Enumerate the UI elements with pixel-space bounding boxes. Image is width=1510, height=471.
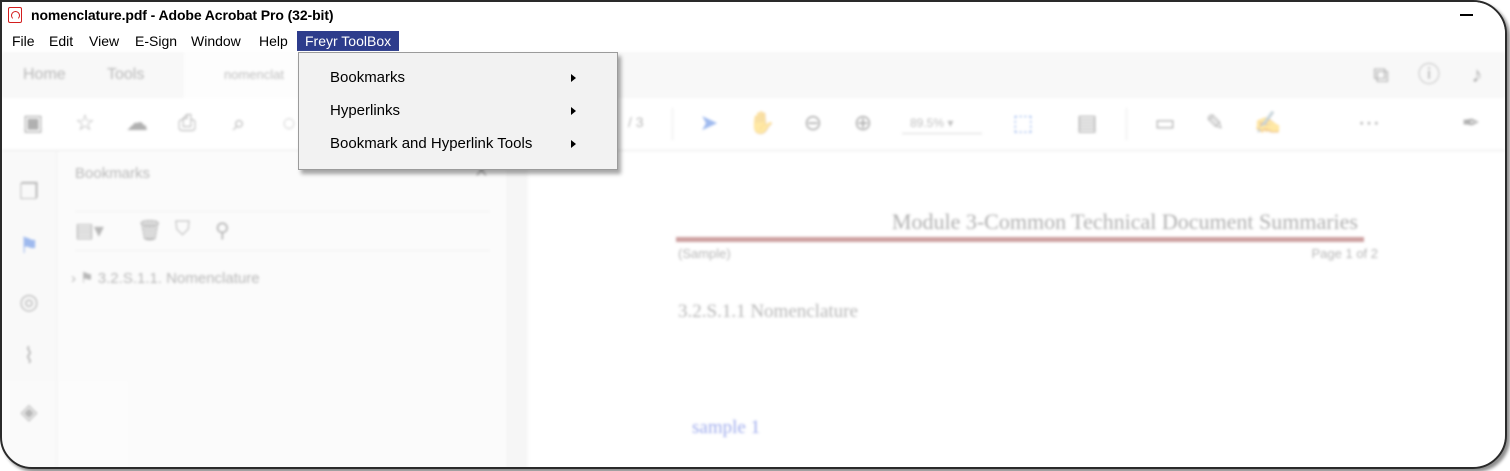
bookmarks-toolbar: ▤▾ 🗑 ⛉ ⚲ <box>75 211 490 251</box>
window-title: nomenclature.pdf - Adobe Acrobat Pro (32… <box>31 7 334 23</box>
left-navigation-rail: ❐ ⚑ ◎ ⌇ ◈ <box>2 151 57 467</box>
tab-document-label: nomenclat <box>224 67 284 82</box>
more-options-icon[interactable]: ⋯ <box>1356 110 1382 136</box>
tab-bar: Home Tools nomenclat ⧉ ⓘ ♪ <box>2 52 1505 99</box>
sign-icon[interactable]: ✍ <box>1254 110 1281 136</box>
submenu-arrow-icon <box>571 107 576 115</box>
dropdown-item-hyperlinks[interactable]: Hyperlinks <box>299 96 617 126</box>
bookmark-item-label: 3.2.S.1.1. Nomenclature <box>97 270 260 287</box>
zoom-level-field[interactable]: 89.5% ▾ <box>902 112 982 134</box>
bookmark-item[interactable]: › ⚑ 3.2.S.1.1. Nomenclature <box>71 269 260 287</box>
bookmark-search-icon[interactable]: ⚲ <box>215 218 230 243</box>
menu-e-sign[interactable]: E-Sign <box>130 32 182 50</box>
menu-file[interactable]: File <box>7 32 40 50</box>
options-menu-icon[interactable]: ▤▾ <box>75 218 104 243</box>
menu-edit[interactable]: Edit <box>44 32 78 50</box>
minimize-button[interactable] <box>1460 14 1473 16</box>
dropdown-item-bookmarks[interactable]: Bookmarks <box>299 63 617 93</box>
pages-icon[interactable]: ❐ <box>16 179 42 205</box>
document-header-left: (Sample) <box>678 246 731 261</box>
bookmarks-panel-title: Bookmarks <box>75 165 151 182</box>
menu-bar: File Edit View E-Sign Window Help Freyr … <box>2 30 1505 52</box>
bookmark-item-icon: ⚑ <box>80 270 94 287</box>
chevron-right-icon[interactable]: › <box>71 270 76 287</box>
pen-icon[interactable]: ✎ <box>1202 110 1228 136</box>
app-window: nomenclature.pdf - Adobe Acrobat Pro (32… <box>0 0 1507 469</box>
document-link[interactable]: sample 1 <box>692 417 760 439</box>
scroll-mode-icon[interactable]: ▤ <box>1074 110 1100 136</box>
save-icon[interactable]: ▣ <box>20 110 46 136</box>
menu-freyr-toolbox[interactable]: Freyr ToolBox <box>297 31 400 51</box>
page-count: / 3 <box>628 114 644 130</box>
dropdown-item-label: Bookmark and Hyperlink Tools <box>330 135 533 152</box>
sticky-note-icon[interactable]: ▭ <box>1152 110 1178 136</box>
title-bar: nomenclature.pdf - Adobe Acrobat Pro (32… <box>2 2 1505 30</box>
zoom-level-value: 89.5% <box>910 116 945 130</box>
dropdown-item-label: Bookmarks <box>330 69 406 86</box>
tab-home[interactable]: Home <box>23 66 66 84</box>
target-icon[interactable]: ◎ <box>16 289 42 315</box>
delete-icon[interactable]: 🗑 <box>137 218 162 243</box>
star-icon[interactable]: ☆ <box>72 110 98 136</box>
menu-view[interactable]: View <box>84 32 124 50</box>
hand-tool-icon[interactable]: ✋ <box>748 110 775 136</box>
header-rule <box>676 237 1364 242</box>
layers-icon[interactable]: ◈ <box>16 399 42 425</box>
dropdown-item-bookmark-hyperlink-tools[interactable]: Bookmark and Hyperlink Tools <box>299 129 617 159</box>
zoom-out-icon[interactable]: ⊖ <box>800 110 826 136</box>
menu-help[interactable]: Help <box>254 32 293 50</box>
share-screen-icon[interactable]: ⧉ <box>1368 62 1394 88</box>
search-icon[interactable]: ⌕ <box>226 110 252 136</box>
acrobat-pdf-icon <box>8 7 22 23</box>
document-header-right: Page 1 of 2 <box>1311 246 1379 261</box>
document-header-title: Module 3-Common Technical Document Summa… <box>891 209 1358 234</box>
main-toolbar: ▣ ☆ ☁ ⎙ ⌕ ◌ / 3 ➤ ✋ ⊖ ⊕ 89.5% ▾ ⬚ ▤ ▭ ✎ … <box>2 98 1505 151</box>
page-fit-icon[interactable]: ⬚ <box>1010 110 1036 136</box>
help-icon[interactable]: ⓘ <box>1416 62 1442 88</box>
document-viewer: Module 3-Common Technical Document Summa… <box>508 151 1505 467</box>
bell-icon[interactable]: ♪ <box>1464 62 1490 88</box>
section-heading: 3.2.S.1.1 Nomenclature <box>678 301 858 322</box>
print-icon[interactable]: ⎙ <box>174 110 200 136</box>
submenu-arrow-icon <box>571 74 576 82</box>
freyr-toolbox-dropdown: Bookmarks Hyperlinks Bookmark and Hyperl… <box>298 52 618 170</box>
select-cursor-icon[interactable]: ➤ <box>696 110 722 136</box>
bookmarks-panel: Bookmarks ✕ ▤▾ 🗑 ⛉ ⚲ › ⚑ 3.2.S.1.1. Nome… <box>57 151 508 467</box>
fill-sign-icon[interactable]: ✒ <box>1458 110 1484 136</box>
attachment-icon[interactable]: ⌇ <box>16 343 42 369</box>
new-bookmark-icon[interactable]: ⛉ <box>175 218 190 241</box>
dropdown-item-label: Hyperlinks <box>330 102 401 119</box>
dimmed-background: Home Tools nomenclat ⧉ ⓘ ♪ ▣ ☆ ☁ ⎙ ⌕ ◌ /… <box>2 52 1505 467</box>
bookmark-icon[interactable]: ⚑ <box>16 233 42 259</box>
submenu-arrow-icon <box>571 140 576 148</box>
menu-window[interactable]: Window <box>186 32 246 50</box>
tab-tools[interactable]: Tools <box>107 66 144 84</box>
toolbar-separator <box>1126 108 1127 140</box>
zoom-in-icon[interactable]: ⊕ <box>850 110 876 136</box>
toolbar-separator <box>672 108 673 140</box>
cloud-upload-icon[interactable]: ☁ <box>124 110 150 136</box>
document-page: Module 3-Common Technical Document Summa… <box>528 151 1505 467</box>
